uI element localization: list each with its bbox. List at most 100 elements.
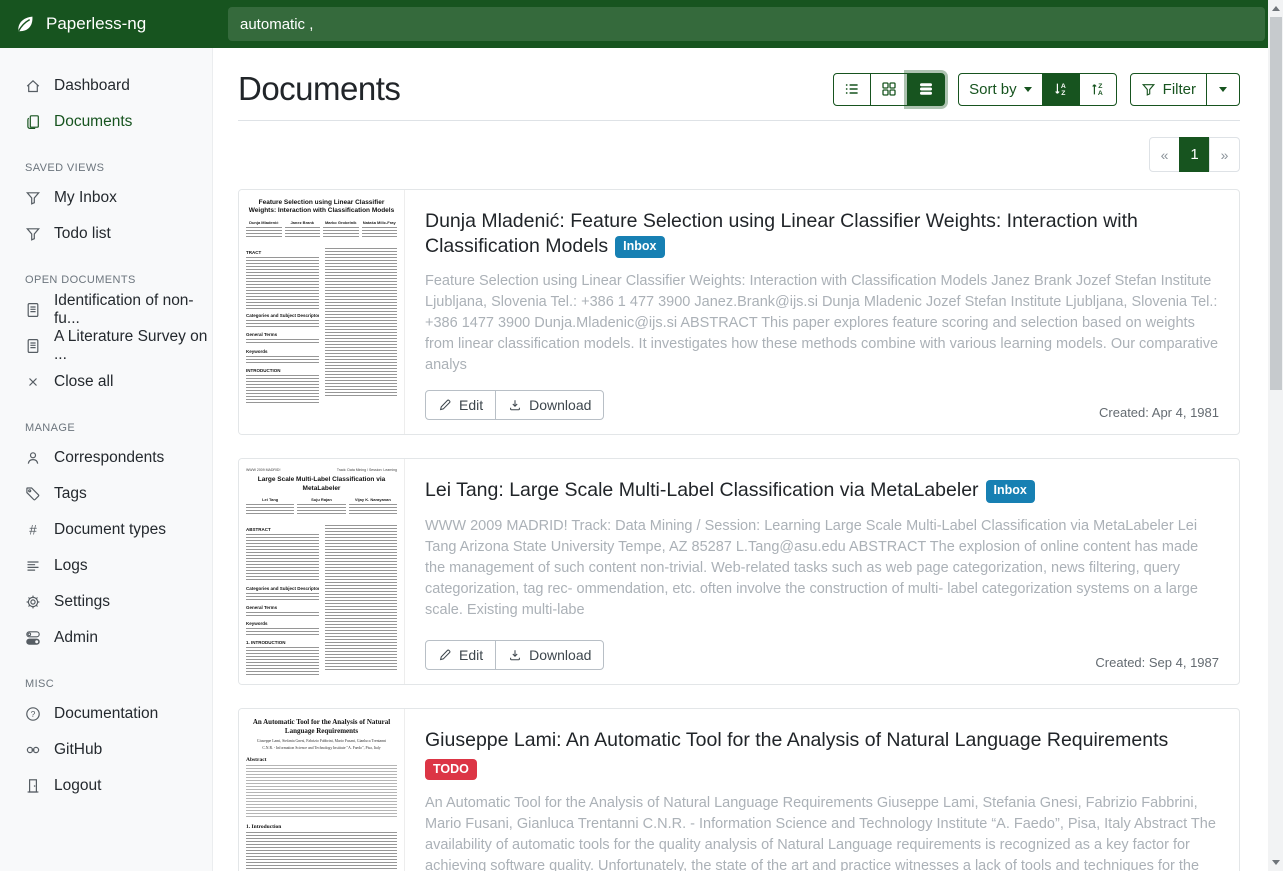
thumb-section-heading: Keywords xyxy=(246,621,319,626)
document-excerpt: WWW 2009 MADRID! Track: Data Mining / Se… xyxy=(425,516,1219,621)
sidebar-item-documentation[interactable]: ? Documentation xyxy=(0,696,212,732)
sort-by-dropdown[interactable]: Sort by xyxy=(958,73,1043,106)
funnel-icon xyxy=(1141,82,1156,97)
sort-ascending-button[interactable]: ZA xyxy=(1079,73,1117,106)
document-card: Feature Selection using Linear Classifie… xyxy=(238,189,1240,435)
sidebar-item-tags[interactable]: Tags xyxy=(0,476,212,512)
sidebar-item-logs[interactable]: Logs xyxy=(0,548,212,584)
sidebar-item-open-doc-2[interactable]: A Literature Survey on ... xyxy=(0,328,212,364)
document-thumbnail[interactable]: An Automatic Tool for the Analysis of Na… xyxy=(239,709,405,871)
svg-text:Z: Z xyxy=(1061,90,1065,97)
sort-group: Sort by AZ ZA xyxy=(958,73,1117,106)
documents-icon xyxy=(25,114,41,130)
download-icon xyxy=(508,648,522,662)
pencil-icon xyxy=(438,398,452,412)
sidebar-item-label: Close all xyxy=(54,373,113,391)
toggles-icon xyxy=(25,630,41,646)
tag-badge[interactable]: Inbox xyxy=(615,236,664,259)
tag-badge[interactable]: Inbox xyxy=(986,480,1035,503)
details-view-icon xyxy=(918,81,934,97)
sidebar-item-github[interactable]: GitHub xyxy=(0,732,212,768)
thumb-header: Track: Data Mining / Session: Learning xyxy=(337,468,397,472)
sidebar-section-manage: MANAGE xyxy=(0,422,212,434)
document-title-link[interactable]: Dunja Mladenić: Feature Selection using … xyxy=(425,210,1138,257)
sidebar-item-label: Logs xyxy=(54,557,88,575)
sort-alpha-up-icon: ZA xyxy=(1090,81,1106,97)
pencil-icon xyxy=(438,648,452,662)
sidebar-item-my-inbox[interactable]: My Inbox xyxy=(0,180,212,216)
pagination-prev-button[interactable]: « xyxy=(1149,137,1180,172)
thumb-section-heading: Abstract xyxy=(246,757,397,763)
svg-text:A: A xyxy=(1097,90,1102,97)
details-view-button[interactable] xyxy=(907,73,945,106)
document-title-link[interactable]: Lei Tang: Large Scale Multi-Label Classi… xyxy=(425,479,979,501)
thumb-author: Vijay K. Narayanan xyxy=(349,497,397,502)
thumb-section-heading: Categories and Subject Descriptors xyxy=(246,313,319,318)
scrollbar-thumb[interactable] xyxy=(1270,17,1282,390)
app-brand[interactable]: Paperless-ng xyxy=(0,0,213,48)
document-title-link[interactable]: Giuseppe Lami: An Automatic Tool for the… xyxy=(425,729,1168,751)
grid-view-button[interactable] xyxy=(870,73,908,106)
list-view-button[interactable] xyxy=(833,73,871,106)
sidebar-item-admin[interactable]: Admin xyxy=(0,620,212,656)
edit-button[interactable]: Edit xyxy=(425,640,496,670)
svg-text:#: # xyxy=(29,523,37,538)
sidebar-item-open-doc-1[interactable]: Identification of non-fu... xyxy=(0,292,212,328)
file-text-icon xyxy=(25,338,41,354)
scrollbar-down-arrow[interactable] xyxy=(1268,855,1283,870)
sidebar-item-document-types[interactable]: # Document types xyxy=(0,512,212,548)
sidebar-item-label: Dashboard xyxy=(54,77,130,95)
sidebar-item-documents[interactable]: Documents xyxy=(0,104,212,140)
scrollbar-up-arrow[interactable] xyxy=(1268,1,1283,16)
search-input[interactable] xyxy=(228,7,1265,41)
thumb-author: Suju Rajan xyxy=(297,497,345,502)
top-navbar: Paperless-ng xyxy=(0,0,1283,48)
sidebar-item-close-all[interactable]: Close all xyxy=(0,364,212,400)
sidebar-item-settings[interactable]: Settings xyxy=(0,584,212,620)
svg-text:Z: Z xyxy=(1098,83,1102,90)
created-date: Created: Apr 4, 1981 xyxy=(1099,405,1219,420)
page-header: Documents Sort by AZ xyxy=(238,70,1240,121)
edit-button[interactable]: Edit xyxy=(425,390,496,420)
download-button[interactable]: Download xyxy=(495,640,604,670)
chevron-down-icon xyxy=(1024,87,1032,92)
sidebar-section-misc: MISC xyxy=(0,678,212,690)
brand-name: Paperless-ng xyxy=(46,14,146,34)
thumb-author: Dunja Mladenić xyxy=(246,220,282,225)
filter-button[interactable]: Filter xyxy=(1130,73,1207,106)
sidebar-item-correspondents[interactable]: Correspondents xyxy=(0,440,212,476)
thumb-section-heading: Keywords xyxy=(246,349,319,354)
sidebar-item-label: Documents xyxy=(54,113,132,131)
sidebar-item-label: Correspondents xyxy=(54,449,164,467)
pagination: « 1 » xyxy=(238,137,1240,172)
triangle-down-icon xyxy=(1272,860,1280,865)
grid-view-icon xyxy=(881,81,897,97)
tag-badge[interactable]: TODO xyxy=(425,759,477,780)
document-thumbnail[interactable]: Feature Selection using Linear Classifie… xyxy=(239,190,405,434)
document-card: An Automatic Tool for the Analysis of Na… xyxy=(238,708,1240,871)
sidebar-item-todo-list[interactable]: Todo list xyxy=(0,216,212,252)
vertical-scrollbar xyxy=(1268,0,1283,871)
thumb-author: Nataša Milic-Fray xyxy=(362,220,398,225)
tag-icon xyxy=(25,486,41,502)
link-icon xyxy=(25,742,41,758)
sidebar-item-label: Admin xyxy=(54,629,98,647)
pagination-next-button[interactable]: » xyxy=(1209,137,1240,172)
thumb-paper-title: Large Scale Multi-Label Classification v… xyxy=(246,476,397,493)
sidebar-item-label: A Literature Survey on ... xyxy=(54,328,212,364)
document-thumbnail[interactable]: WWW 2009 MADRID! Track: Data Mining / Se… xyxy=(239,459,405,684)
chevron-down-icon xyxy=(1219,87,1227,92)
svg-text:?: ? xyxy=(31,709,36,719)
main-content: Documents Sort by AZ xyxy=(214,48,1268,871)
sidebar-item-logout[interactable]: Logout xyxy=(0,768,212,804)
download-button[interactable]: Download xyxy=(495,390,604,420)
sort-descending-button[interactable]: AZ xyxy=(1042,73,1080,106)
thumb-author: Giuseppe Lami, Stefania Gnesi, Fabrizio … xyxy=(246,739,397,743)
document-title: Giuseppe Lami: An Automatic Tool for the… xyxy=(425,728,1219,753)
pagination-page-1[interactable]: 1 xyxy=(1179,137,1210,172)
card-actions: Edit Download xyxy=(425,640,604,670)
funnel-icon xyxy=(25,226,41,242)
filter-dropdown-button[interactable] xyxy=(1206,73,1240,106)
thumb-section-heading: INTRODUCTION xyxy=(246,368,319,373)
sidebar-item-dashboard[interactable]: Dashboard xyxy=(0,68,212,104)
